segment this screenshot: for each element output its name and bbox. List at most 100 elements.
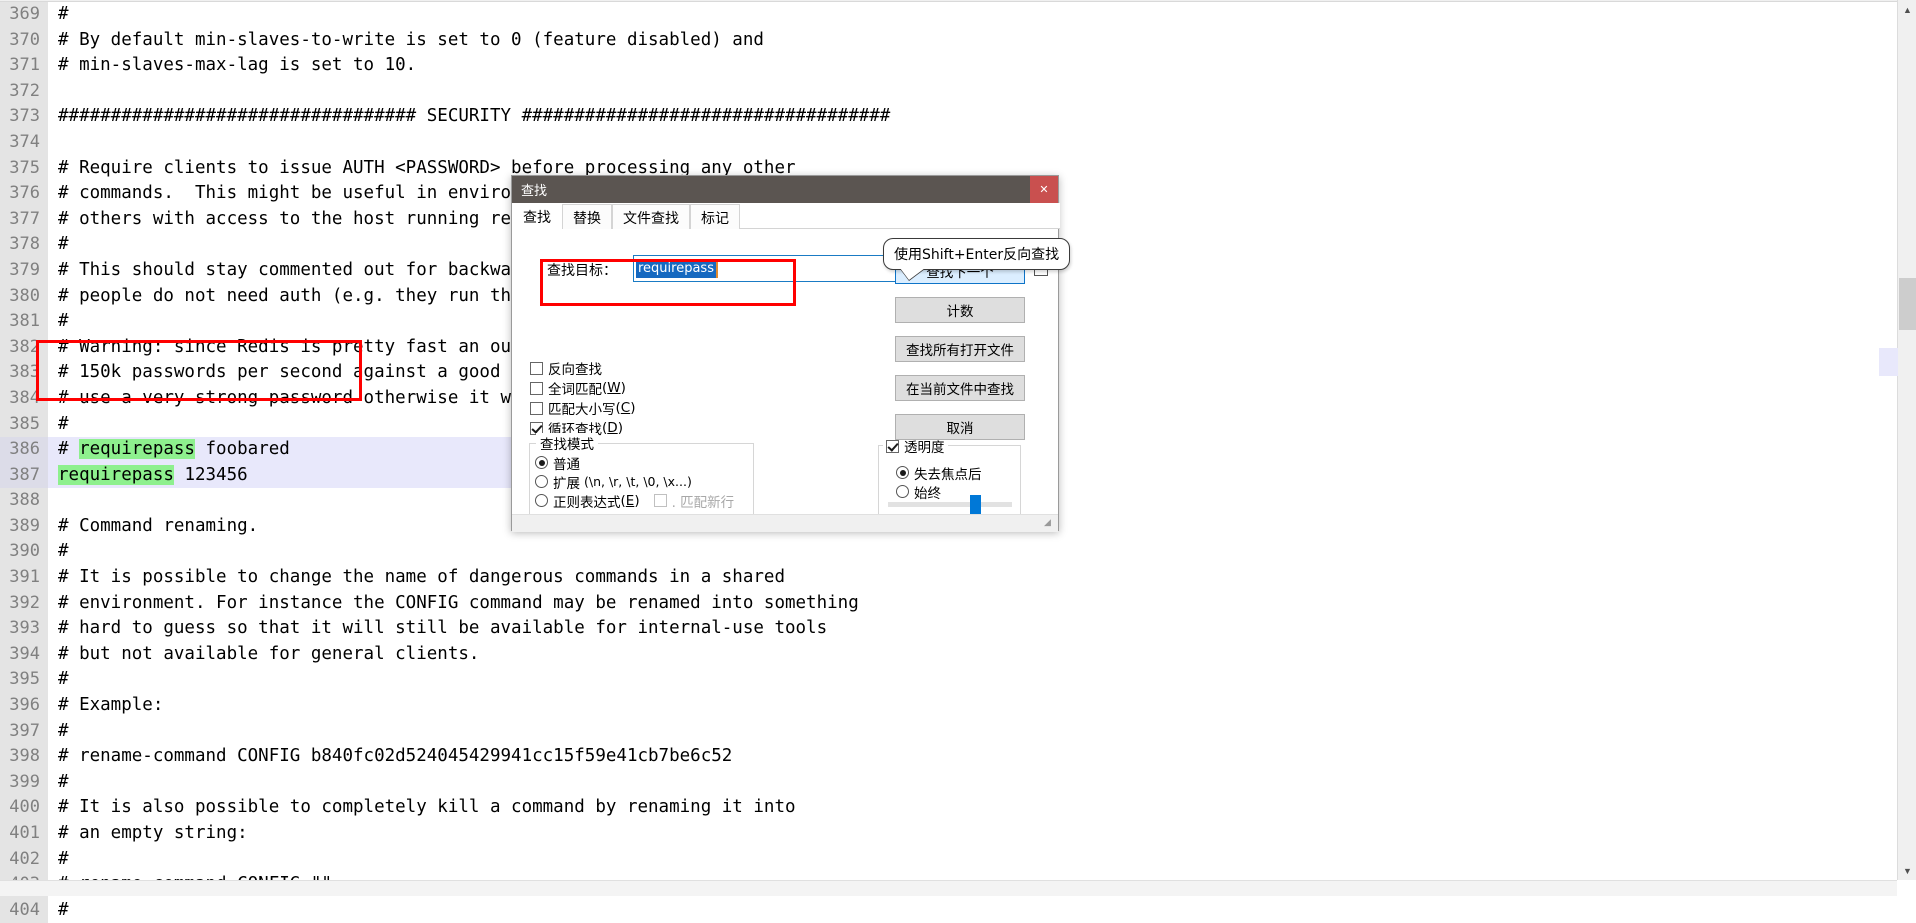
transparency-slider-thumb[interactable] bbox=[970, 495, 981, 514]
vertical-scrollbar[interactable]: ▲ ▼ bbox=[1897, 0, 1916, 880]
option-match-whole-word-accel: (W) bbox=[602, 380, 626, 396]
scroll-up-icon[interactable]: ▲ bbox=[1898, 0, 1916, 19]
tab-mark-label: 标记 bbox=[701, 211, 729, 227]
line-number: 369 bbox=[0, 2, 48, 28]
line-number: 370 bbox=[0, 28, 48, 54]
tab-mark[interactable]: 标记 bbox=[690, 204, 740, 229]
search-mode-group: 查找模式 普通 扩展 (\n, \r, \t, \0, \x...) 正则表达式… bbox=[529, 443, 754, 517]
checkbox-match-whole-word[interactable] bbox=[530, 382, 543, 395]
option-backward-direction[interactable]: 反向查找 bbox=[530, 358, 636, 378]
scroll-down-icon[interactable]: ▼ bbox=[1898, 861, 1916, 880]
code-line-text: # By default min-slaves-to-write is set … bbox=[48, 28, 764, 54]
tab-find-in-files[interactable]: 文件查找 bbox=[612, 204, 690, 229]
horizontal-scrollbar[interactable] bbox=[0, 880, 1897, 896]
radio-indicator-always[interactable] bbox=[896, 485, 909, 498]
code-line[interactable]: 404# bbox=[0, 898, 890, 923]
code-line[interactable]: 394# but not available for general clien… bbox=[0, 642, 890, 668]
checkbox-backward-direction[interactable] bbox=[530, 362, 543, 375]
radio-indicator-normal[interactable] bbox=[535, 456, 548, 469]
line-number: 381 bbox=[0, 309, 48, 335]
radio-mode-regex[interactable]: 正则表达式 (E) . 匹配新行 bbox=[535, 491, 753, 510]
line-number: 376 bbox=[0, 181, 48, 207]
code-line-text: # bbox=[48, 719, 69, 745]
option-match-whole-word-label: 全词匹配 bbox=[548, 378, 602, 398]
search-match-highlight: requirepass bbox=[79, 439, 195, 459]
radio-mode-extended[interactable]: 扩展 (\n, \r, \t, \0, \x...) bbox=[535, 472, 753, 491]
code-line-text: # hard to guess so that it will still be… bbox=[48, 616, 827, 642]
line-number: 393 bbox=[0, 616, 48, 642]
radio-transparency-on-losing-focus[interactable]: 失去焦点后 bbox=[896, 463, 1020, 482]
code-line[interactable]: 393# hard to guess so that it will still… bbox=[0, 616, 890, 642]
radio-transparency-always[interactable]: 始终 bbox=[896, 482, 1020, 501]
tab-replace[interactable]: 替换 bbox=[562, 204, 612, 229]
line-number: 400 bbox=[0, 795, 48, 821]
code-line[interactable]: 396# Example: bbox=[0, 693, 890, 719]
line-number: 383 bbox=[0, 360, 48, 386]
tab-replace-label: 替换 bbox=[573, 211, 601, 227]
radio-mode-normal[interactable]: 普通 bbox=[535, 453, 753, 472]
line-number: 399 bbox=[0, 770, 48, 796]
radio-indicator-on-losing-focus[interactable] bbox=[896, 466, 909, 479]
option-match-case[interactable]: 匹配大小写 (C) bbox=[530, 398, 636, 418]
radio-mode-regex-accel: (E) bbox=[621, 493, 640, 509]
line-number: 395 bbox=[0, 667, 48, 693]
find-dialog[interactable]: 查找 ✕ 查找 替换 文件查找 标记 查找目标： requirepass ▾ bbox=[511, 175, 1059, 531]
code-line[interactable]: 391# It is possible to change the name o… bbox=[0, 565, 890, 591]
code-line-text: # bbox=[48, 412, 69, 438]
count-button[interactable]: 计数 bbox=[895, 297, 1025, 323]
code-line[interactable]: 372 bbox=[0, 79, 890, 105]
search-input[interactable]: requirepass bbox=[636, 259, 718, 278]
code-line[interactable]: 399# bbox=[0, 770, 890, 796]
code-line[interactable]: 401# an empty string: bbox=[0, 821, 890, 847]
code-line[interactable]: 398# rename-command CONFIG b840fc02d5240… bbox=[0, 744, 890, 770]
radio-transparency-always-label: 始终 bbox=[914, 482, 941, 502]
find-options: 反向查找 全词匹配 (W) 匹配大小写 (C) 循环查找 (D) bbox=[530, 358, 636, 438]
code-line[interactable]: 395# bbox=[0, 667, 890, 693]
code-line[interactable]: 371# min-slaves-max-lag is set to 10. bbox=[0, 53, 890, 79]
code-line-text: # bbox=[48, 770, 69, 796]
dialog-body: 查找 替换 文件查找 标记 查找目标： requirepass ▾ bbox=[512, 203, 1058, 532]
code-line[interactable]: 402# bbox=[0, 847, 890, 873]
code-line[interactable]: 369# bbox=[0, 2, 890, 28]
radio-indicator-regex[interactable] bbox=[535, 494, 548, 507]
option-match-case-accel: (C) bbox=[616, 400, 636, 416]
resize-grip-icon[interactable]: ◢ bbox=[1044, 518, 1055, 529]
line-number: 398 bbox=[0, 744, 48, 770]
code-line[interactable]: 390# bbox=[0, 539, 890, 565]
dialog-titlebar[interactable]: 查找 ✕ bbox=[512, 176, 1058, 203]
option-match-whole-word[interactable]: 全词匹配 (W) bbox=[530, 378, 636, 398]
line-number: 377 bbox=[0, 207, 48, 233]
code-line[interactable]: 373################################## SE… bbox=[0, 104, 890, 130]
find-all-in-current-document-button[interactable]: 在当前文件中查找 bbox=[895, 375, 1025, 401]
code-line-text: # Command renaming. bbox=[48, 514, 258, 540]
line-number: 386 bbox=[0, 437, 48, 463]
code-line-text: # bbox=[48, 667, 69, 693]
line-number: 375 bbox=[0, 156, 48, 182]
dialog-button-column: 查找下一个 计数 查找所有打开文件 在当前文件中查找 取消 bbox=[895, 258, 1025, 453]
transparency-slider[interactable] bbox=[888, 502, 1012, 507]
code-line-text: # environment. For instance the CONFIG c… bbox=[48, 591, 859, 617]
code-line-text: # bbox=[48, 898, 69, 923]
radio-indicator-extended[interactable] bbox=[535, 475, 548, 488]
close-icon[interactable]: ✕ bbox=[1030, 176, 1058, 203]
line-number: 374 bbox=[0, 130, 48, 156]
code-line[interactable]: 400# It is also possible to completely k… bbox=[0, 795, 890, 821]
checkbox-match-case[interactable] bbox=[530, 402, 543, 415]
search-field-label: 查找目标： bbox=[547, 260, 617, 280]
dialog-tabs[interactable]: 查找 替换 文件查找 标记 bbox=[512, 203, 1060, 229]
tab-find[interactable]: 查找 bbox=[512, 203, 562, 229]
cancel-button[interactable]: 取消 bbox=[895, 414, 1025, 440]
code-line[interactable]: 392# environment. For instance the CONFI… bbox=[0, 591, 890, 617]
radio-mode-extended-label: 扩展 bbox=[553, 472, 580, 492]
line-number: 392 bbox=[0, 591, 48, 617]
code-line[interactable]: 397# bbox=[0, 719, 890, 745]
code-line[interactable]: 370# By default min-slaves-to-write is s… bbox=[0, 28, 890, 54]
code-line[interactable]: 374 bbox=[0, 130, 890, 156]
line-number: 388 bbox=[0, 488, 48, 514]
find-next-tooltip-text: 使用Shift+Enter反向查找 bbox=[894, 247, 1059, 263]
find-all-in-all-opened-documents-button[interactable]: 查找所有打开文件 bbox=[895, 336, 1025, 362]
option-backward-direction-label: 反向查找 bbox=[548, 358, 602, 378]
scrollbar-match-marker bbox=[1879, 348, 1898, 376]
vertical-scrollbar-thumb[interactable] bbox=[1899, 278, 1916, 330]
line-number: 380 bbox=[0, 284, 48, 310]
